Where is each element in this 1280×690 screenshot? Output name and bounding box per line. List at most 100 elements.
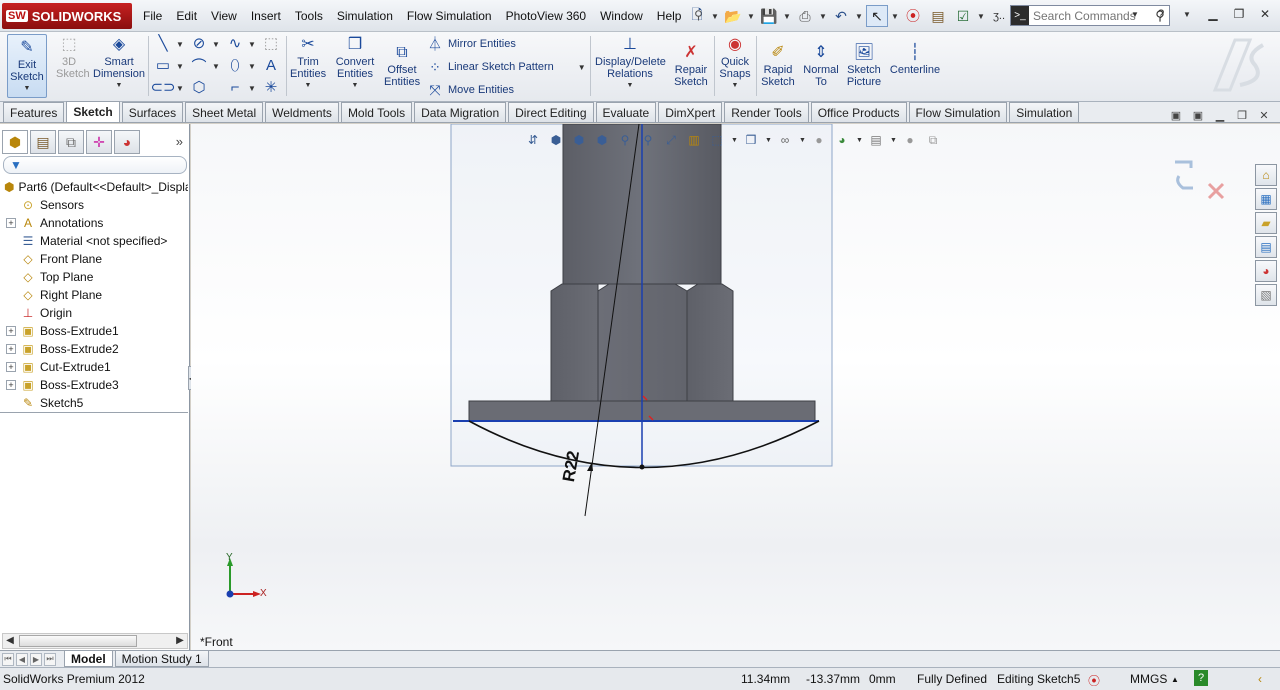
tab-model[interactable]: Model	[64, 651, 113, 667]
scroll-left-icon[interactable]: ◀	[3, 634, 17, 648]
new-document-icon[interactable]: 🗋	[686, 5, 708, 27]
chevron-down-icon[interactable]: ▼	[765, 137, 772, 144]
repair-sketch-button[interactable]: ✗ Repair Sketch	[671, 42, 711, 89]
view-cube-icon[interactable]: ⬢	[593, 131, 611, 149]
menu-file[interactable]: File	[136, 9, 169, 23]
zoom-to-area-icon[interactable]: ⬢	[570, 131, 588, 149]
save-icon[interactable]: 💾	[758, 5, 780, 27]
solidworks-resources-icon[interactable]: ⌂	[1255, 164, 1277, 186]
open-folder-icon[interactable]: 📂	[722, 5, 744, 27]
tab-flow-simulation[interactable]: Flow Simulation	[908, 102, 1008, 122]
zoom-icon[interactable]: ⚲	[616, 131, 634, 149]
point-icon[interactable]: ✳	[262, 78, 280, 96]
help-icon[interactable]: ?	[1194, 670, 1208, 686]
appearances-scenes-icon[interactable]: ◕	[1255, 260, 1277, 282]
sketch-picture-button[interactable]: 🖼 Sketch Picture	[844, 42, 884, 89]
chevron-down-icon[interactable]: ▼	[248, 40, 256, 49]
chevron-down-icon[interactable]: ▼	[1176, 4, 1198, 24]
fillet-icon[interactable]: ⌐	[226, 78, 244, 96]
text-icon[interactable]: A	[262, 56, 280, 74]
smart-dimension-button[interactable]: ◈ Smart Dimension ▼	[92, 34, 146, 92]
menu-help[interactable]: Help	[650, 9, 689, 23]
configuration-manager-tab-icon[interactable]: ⧉	[58, 130, 84, 154]
chevron-down-icon[interactable]: ▼	[248, 84, 256, 93]
display-delete-relations-button[interactable]: ⊥ Display/Delete Relations ▼	[594, 34, 666, 92]
rectangle-icon[interactable]: ▭	[154, 56, 172, 74]
chevron-down-icon[interactable]: ▼	[819, 12, 827, 21]
scroll-thumb[interactable]	[19, 635, 137, 647]
next-tab-icon[interactable]: ▶	[30, 652, 42, 666]
expand-icon[interactable]: +	[6, 362, 16, 372]
menu-window[interactable]: Window	[593, 9, 650, 23]
edit-appearance-icon[interactable]: ●	[810, 131, 828, 149]
chevron-down-icon[interactable]: ▼	[711, 12, 719, 21]
shadows-icon[interactable]: ⧉	[924, 131, 942, 149]
design-library-icon[interactable]: ▦	[1255, 188, 1277, 210]
select-arrow-icon[interactable]: ↖	[866, 5, 888, 27]
chevron-down-icon[interactable]: ▼	[732, 80, 739, 92]
menu-edit[interactable]: Edit	[169, 9, 204, 23]
mirror-entities-button[interactable]: ⏃ Mirror Entities	[426, 35, 516, 53]
expand-icon[interactable]: +	[6, 380, 16, 390]
menu-photoview[interactable]: PhotoView 360	[499, 9, 594, 23]
section-view-icon[interactable]: ▥	[685, 131, 703, 149]
tab-mold-tools[interactable]: Mold Tools	[340, 102, 413, 122]
rebuild-status-icon[interactable]: ⦿	[1088, 672, 1100, 689]
tab-direct-editing[interactable]: Direct Editing	[508, 102, 594, 122]
tree-node[interactable]: + A Annotations	[0, 214, 188, 232]
display-manager-tab-icon[interactable]: ◕	[114, 130, 140, 154]
tab-office-products[interactable]: Office Products	[810, 102, 907, 122]
chevron-down-icon[interactable]: ▼	[855, 12, 863, 21]
print-icon[interactable]: ⎙	[794, 5, 816, 27]
cancel-sketch-icon[interactable]	[1207, 182, 1225, 200]
tab-dimxpert[interactable]: DimXpert	[658, 102, 723, 122]
chevron-down-icon[interactable]: ▼	[176, 40, 184, 49]
horizontal-scrollbar[interactable]: ◀ ▶	[2, 633, 188, 649]
menu-insert[interactable]: Insert	[244, 9, 288, 23]
restore-icon[interactable]: ❐	[1228, 4, 1250, 24]
chevron-down-icon[interactable]: ▼	[890, 137, 897, 144]
tree-node[interactable]: ◇ Right Plane	[0, 286, 188, 304]
tree-filter[interactable]: ▼	[3, 156, 187, 174]
tree-node[interactable]: ◇ Front Plane	[0, 250, 188, 268]
overflow-icon[interactable]: ʒ..	[988, 5, 1010, 27]
chevron-down-icon[interactable]: ▼	[799, 137, 806, 144]
menu-tools[interactable]: Tools	[288, 9, 330, 23]
rotate-view-icon[interactable]: ⤢	[662, 131, 680, 149]
expand-panel-icon[interactable]: »	[176, 134, 183, 149]
tree-node[interactable]: ☰ Material <not specified>	[0, 232, 188, 250]
chevron-down-icon[interactable]: ▼	[176, 84, 184, 93]
chevron-down-icon[interactable]: ▼	[578, 63, 586, 72]
tab-sheet-metal[interactable]: Sheet Metal	[185, 102, 264, 122]
chevron-down-icon[interactable]: ▼	[977, 12, 985, 21]
close-icon[interactable]: ✕	[1256, 108, 1272, 122]
spline-icon[interactable]: ∿	[226, 34, 244, 52]
3d-sketch-button[interactable]: ⬚ 3D Sketch	[52, 34, 90, 81]
quick-snaps-button[interactable]: ◉ Quick Snaps ▼	[716, 34, 754, 92]
chevron-down-icon[interactable]: ▼	[116, 80, 123, 92]
display-style-icon[interactable]: ❒	[742, 131, 760, 149]
menu-simulation[interactable]: Simulation	[330, 9, 400, 23]
zoom-selection-icon[interactable]: ⚲	[639, 131, 657, 149]
tree-node[interactable]: + ▣ Cut-Extrude1	[0, 358, 188, 376]
exit-sketch-button[interactable]: ✎ Exit Sketch ▼	[7, 34, 47, 98]
tile-left-icon[interactable]: ▣	[1168, 108, 1184, 122]
expand-icon[interactable]: +	[6, 218, 16, 228]
zoom-to-fit-icon[interactable]: ⬢	[547, 131, 565, 149]
tab-evaluate[interactable]: Evaluate	[595, 102, 657, 122]
tab-motion-study[interactable]: Motion Study 1	[114, 651, 209, 667]
tree-node[interactable]: + ▣ Boss-Extrude1	[0, 322, 188, 340]
file-explorer-icon[interactable]: ▰	[1255, 212, 1277, 234]
panel-divider[interactable]	[0, 412, 188, 414]
chevron-down-icon[interactable]: ▼	[352, 80, 359, 92]
help-icon[interactable]: ?	[1150, 4, 1172, 24]
tab-simulation[interactable]: Simulation	[1009, 102, 1080, 122]
graphics-area[interactable]: R22 ⇵ ⬢ ⬢ ⬢ ⚲ ⚲ ⤢ ▥ ⬚ ▼ ❒ ▼ ∞ ▼ ● ◕ ▼ ▤ ▼ ● ⧉…	[191, 124, 1280, 650]
tree-node[interactable]: + ▣ Boss-Extrude2	[0, 340, 188, 358]
options-icon[interactable]: ☑	[952, 5, 974, 27]
last-tab-icon[interactable]: ⏭	[44, 652, 56, 666]
tab-data-migration[interactable]: Data Migration	[414, 102, 507, 122]
minimize-icon[interactable]: ▁	[1212, 108, 1228, 122]
construction-geometry-icon[interactable]: ⬚	[262, 34, 280, 52]
menu-flow-simulation[interactable]: Flow Simulation	[400, 9, 499, 23]
